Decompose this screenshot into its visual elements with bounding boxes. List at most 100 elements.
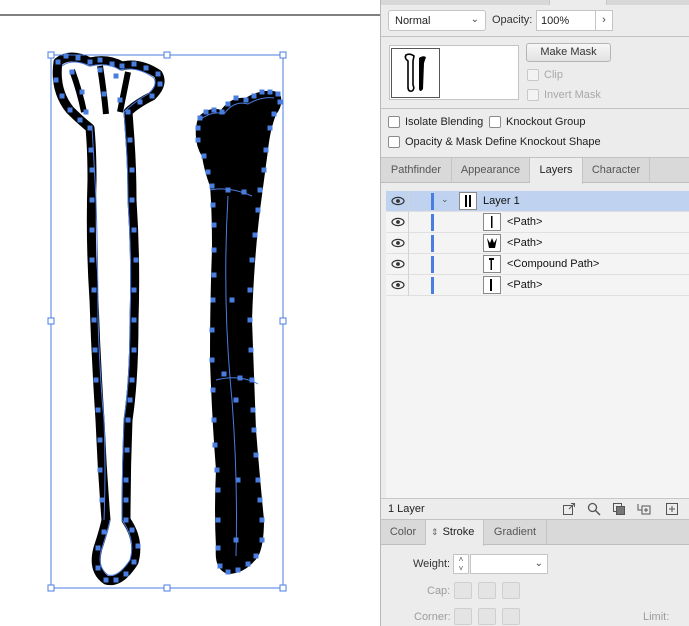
anchor-point[interactable] xyxy=(235,477,241,483)
path-name[interactable]: <Path> xyxy=(507,237,542,249)
anchor-point[interactable] xyxy=(89,197,95,203)
anchor-point[interactable] xyxy=(103,577,109,583)
lock-column[interactable] xyxy=(408,233,409,254)
layer-row-path[interactable]: <Path> xyxy=(386,275,689,296)
anchor-point[interactable] xyxy=(97,67,103,73)
anchor-point[interactable] xyxy=(237,375,243,381)
anchor-point[interactable] xyxy=(215,517,221,523)
anchor-point[interactable] xyxy=(124,447,130,453)
export-icon[interactable] xyxy=(562,502,576,516)
make-mask-button[interactable]: Make Mask xyxy=(526,43,611,62)
layer-row-layer-1[interactable]: ⌄ Layer 1 xyxy=(386,191,689,212)
anchor-point[interactable] xyxy=(129,197,135,203)
anchor-point[interactable] xyxy=(201,153,207,159)
anchor-point[interactable] xyxy=(123,497,129,503)
clip-checkbox[interactable] xyxy=(527,69,539,81)
anchor-point[interactable] xyxy=(143,65,149,71)
layers-list[interactable]: ⌄ Layer 1 <Path> <Path> <Compound Path> … xyxy=(386,191,689,498)
anchor-point[interactable] xyxy=(277,99,283,105)
left-bone-outline[interactable] xyxy=(52,52,165,586)
anchor-point[interactable] xyxy=(211,272,217,278)
anchor-point[interactable] xyxy=(97,57,103,63)
anchor-point[interactable] xyxy=(225,101,231,107)
anchor-point[interactable] xyxy=(99,497,105,503)
anchor-point[interactable] xyxy=(233,537,239,543)
layer-row-path[interactable]: <Path> xyxy=(386,212,689,233)
anchor-point[interactable] xyxy=(127,397,133,403)
clipping-mask-icon[interactable] xyxy=(612,502,626,516)
compound-path-name[interactable]: <Compound Path> xyxy=(507,258,599,270)
lock-column[interactable] xyxy=(408,254,409,275)
anchor-point[interactable] xyxy=(101,91,107,97)
layer-row-path[interactable]: <Path> xyxy=(386,233,689,254)
anchor-point[interactable] xyxy=(92,347,98,353)
anchor-point[interactable] xyxy=(125,109,131,115)
anchor-point[interactable] xyxy=(247,317,253,323)
anchor-point[interactable] xyxy=(225,187,231,193)
anchor-point[interactable] xyxy=(87,125,93,131)
mask-thumbnail-area[interactable] xyxy=(389,45,519,100)
anchor-point[interactable] xyxy=(229,297,235,303)
artwork-svg[interactable] xyxy=(0,0,380,626)
anchor-point[interactable] xyxy=(75,55,81,61)
anchor-point[interactable] xyxy=(123,571,129,577)
anchor-point[interactable] xyxy=(79,89,85,95)
blend-mode-select[interactable]: Normal ⌄ xyxy=(388,10,486,31)
tab-gradient[interactable]: Gradient xyxy=(484,520,547,545)
anchor-point[interactable] xyxy=(135,543,141,549)
lock-column[interactable] xyxy=(408,191,409,212)
anchor-point[interactable] xyxy=(93,377,99,383)
anchor-point[interactable] xyxy=(249,377,255,383)
anchor-point[interactable] xyxy=(267,125,273,131)
anchor-point[interactable] xyxy=(97,467,103,473)
anchor-point[interactable] xyxy=(211,107,217,113)
bevel-join-icon[interactable] xyxy=(502,608,520,625)
anchor-point[interactable] xyxy=(241,189,247,195)
anchor-point[interactable] xyxy=(131,317,137,323)
anchor-point[interactable] xyxy=(133,257,139,263)
anchor-point[interactable] xyxy=(131,287,137,293)
butt-cap-icon[interactable] xyxy=(454,582,472,599)
anchor-point[interactable] xyxy=(131,227,137,233)
anchor-point[interactable] xyxy=(205,169,211,175)
lock-column[interactable] xyxy=(408,212,409,233)
anchor-point[interactable] xyxy=(253,452,259,458)
anchor-point[interactable] xyxy=(95,407,101,413)
layer-row-compound-path[interactable]: <Compound Path> xyxy=(386,254,689,275)
anchor-point[interactable] xyxy=(212,442,218,448)
anchor-point[interactable] xyxy=(271,111,277,117)
anchor-point[interactable] xyxy=(214,467,220,473)
anchor-point[interactable] xyxy=(101,529,107,535)
anchor-point[interactable] xyxy=(209,183,215,189)
knockout-group-checkbox[interactable] xyxy=(489,116,501,128)
anchor-point[interactable] xyxy=(89,227,95,233)
anchor-point[interactable] xyxy=(137,99,143,105)
anchor-point[interactable] xyxy=(109,61,115,67)
anchor-point[interactable] xyxy=(83,109,89,115)
path-name[interactable]: <Path> xyxy=(507,279,542,291)
anchor-point[interactable] xyxy=(211,222,217,228)
weight-input[interactable]: ⌄ xyxy=(470,554,548,574)
anchor-point[interactable] xyxy=(59,93,65,99)
anchor-point[interactable] xyxy=(259,89,265,95)
anchor-point[interactable] xyxy=(55,59,61,65)
anchor-point[interactable] xyxy=(209,327,215,333)
anchor-point[interactable] xyxy=(129,167,135,173)
anchor-point[interactable] xyxy=(95,545,101,551)
invert-mask-checkbox[interactable] xyxy=(527,89,539,101)
anchor-point[interactable] xyxy=(210,202,216,208)
anchor-point[interactable] xyxy=(91,317,97,323)
weight-stepper[interactable]: ˄ ˅ xyxy=(453,554,469,574)
anchor-point[interactable] xyxy=(221,371,227,377)
anchor-point[interactable] xyxy=(131,347,137,353)
anchor-point[interactable] xyxy=(261,167,267,173)
anchor-point[interactable] xyxy=(67,107,73,113)
tab-appearance[interactable]: Appearance xyxy=(452,158,530,183)
anchor-point[interactable] xyxy=(219,109,225,115)
layer-name[interactable]: Layer 1 xyxy=(483,195,520,207)
new-layer-icon[interactable] xyxy=(665,502,679,516)
anchor-point[interactable] xyxy=(95,565,101,571)
anchor-point[interactable] xyxy=(243,97,249,103)
anchor-point[interactable] xyxy=(117,97,123,103)
anchor-point[interactable] xyxy=(211,247,217,253)
